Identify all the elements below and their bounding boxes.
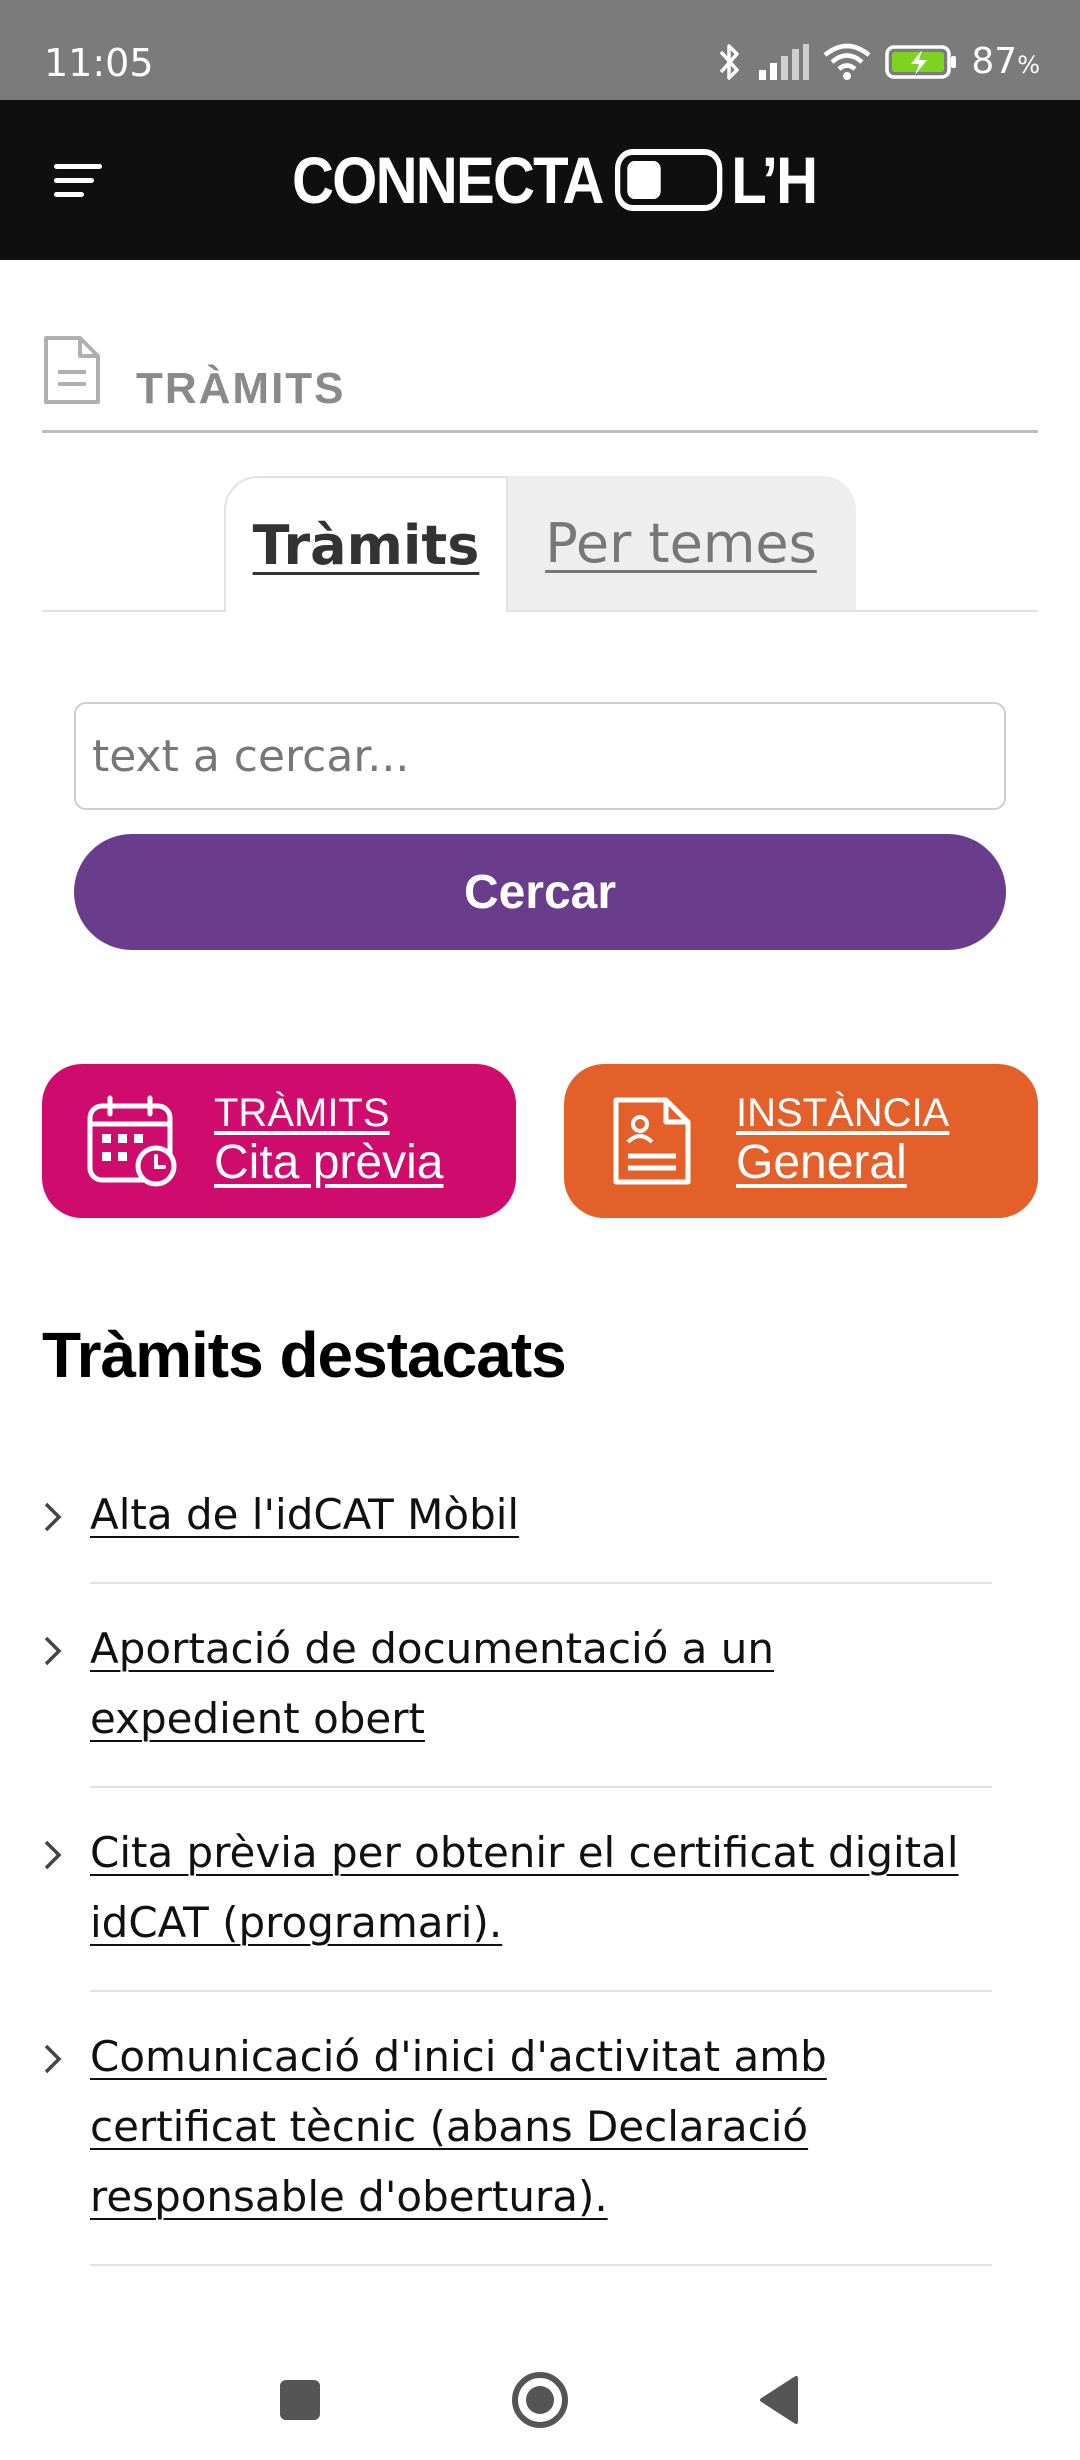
chevron-right-icon	[44, 2044, 62, 2074]
procedure-link[interactable]: Alta de l'idCAT Mòbil	[90, 1480, 992, 1550]
form-document-icon	[613, 1097, 691, 1185]
tab-per-temes[interactable]: Per temes	[506, 476, 856, 610]
cita-previa-button[interactable]: TRÀMITS Cita prèvia	[42, 1064, 516, 1218]
wifi-icon	[823, 43, 871, 80]
cita-previa-label: Cita prèvia	[214, 1136, 444, 1190]
bluetooth-icon	[720, 44, 740, 80]
brand-text-left: CONNECTA	[292, 143, 604, 217]
instancia-general-button[interactable]: INSTÀNCIA General	[564, 1064, 1038, 1218]
brand-text-right: L’H	[731, 143, 818, 217]
cita-previa-text: TRÀMITS Cita prèvia	[214, 1091, 443, 1190]
tab-bar: Tràmits Per temes	[42, 476, 1038, 612]
home-button-icon[interactable]	[508, 2368, 572, 2432]
signal-icon	[759, 44, 810, 80]
status-time: 11:05	[44, 41, 154, 85]
procedure-link[interactable]: Aportació de documentació a un expedient…	[90, 1614, 992, 1754]
section-header: TRÀMITS	[42, 334, 1038, 433]
list-item: Alta de l'idCAT Mòbil	[42, 1450, 992, 1584]
brand-logo[interactable]: CONNECTA L’H	[292, 138, 818, 222]
instancia-category: INSTÀNCIA	[736, 1091, 950, 1136]
status-bar: 11:05 87%	[0, 0, 1080, 100]
procedure-link[interactable]: Comunicació d'inici d'activitat amb cert…	[90, 2022, 992, 2232]
status-icons: 87%	[717, 40, 1040, 84]
battery-charging-icon	[885, 45, 957, 79]
list-item: Cita prèvia per obtenir el certificat di…	[42, 1788, 992, 1992]
chevron-right-icon	[44, 1636, 62, 1666]
list-item: Comunicació d'inici d'activitat amb cert…	[42, 1992, 992, 2266]
divider	[90, 2264, 992, 2266]
instancia-general-text: INSTÀNCIA General	[736, 1091, 949, 1190]
highlighted-list: Alta de l'idCAT Mòbil Aportació de docum…	[42, 1450, 992, 2266]
procedure-link[interactable]: Cita prèvia per obtenir el certificat di…	[90, 1818, 992, 1958]
menu-icon[interactable]	[54, 160, 106, 202]
app-header: CONNECTA L’H	[0, 100, 1080, 260]
system-nav-bar	[0, 2340, 1080, 2460]
battery-percentage: 87%	[971, 41, 1040, 82]
calendar-clock-icon	[87, 1095, 177, 1187]
toggle-logo-icon	[615, 149, 723, 211]
section-title: TRÀMITS	[136, 364, 346, 413]
recents-button-icon[interactable]	[268, 2368, 332, 2432]
tab-tramits[interactable]: Tràmits	[224, 476, 508, 612]
highlighted-title: Tràmits destacats	[42, 1319, 567, 1391]
cita-previa-category: TRÀMITS	[214, 1091, 390, 1136]
chevron-right-icon	[44, 1840, 62, 1870]
chevron-right-icon	[44, 1502, 62, 1532]
back-button-icon[interactable]	[748, 2368, 812, 2432]
list-item: Aportació de documentació a un expedient…	[42, 1584, 992, 1788]
document-icon	[44, 336, 100, 404]
instancia-label: General	[736, 1136, 907, 1190]
search-input[interactable]	[74, 702, 1006, 810]
search-button[interactable]: Cercar	[74, 834, 1006, 950]
